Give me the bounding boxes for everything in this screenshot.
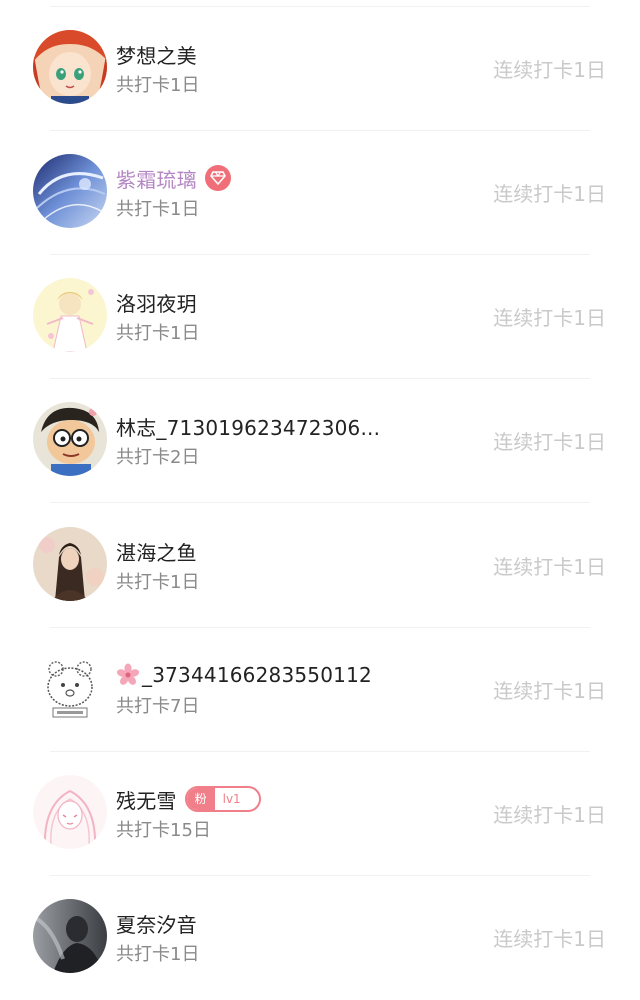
cartoon-boy-glasses-avatar[interactable] [33,402,107,476]
list-item[interactable]: 林志_713019623472306... 共打卡2日 连续打卡1日 [0,379,640,503]
sakura-flower-icon [116,663,140,687]
streak-checkin: 连续打卡1日 [493,555,606,579]
name-line: 紫霜琉璃 [116,163,231,193]
name-line: 残无雪 粉 lv1 [116,784,261,814]
photo-woman-flowers-avatar[interactable] [33,527,107,601]
list-item[interactable]: _37344166283550112 共打卡7日 连续打卡1日 [0,628,640,752]
name-line: 林志_713019623472306... [116,411,380,441]
total-checkin: 共打卡7日 [116,696,200,717]
total-checkin: 共打卡1日 [116,323,200,344]
user-name[interactable]: 林志_713019623472306... [116,412,380,441]
level-label: lv1 [222,792,241,806]
dark-photo-figure-avatar[interactable] [33,899,107,973]
streak-checkin: 连续打卡1日 [493,58,606,82]
streak-checkin: 连续打卡1日 [493,430,606,454]
fan-label: 粉 [186,788,215,810]
list-item[interactable]: 夏奈汐音 共打卡1日 连续打卡1日 [0,876,640,1000]
checkin-list: 梦想之美 共打卡1日 连续打卡1日 紫霜琉璃 共打卡1日 连续打卡1日 洛羽夜玥… [0,0,640,982]
streak-checkin: 连续打卡1日 [493,927,606,951]
total-checkin: 共打卡1日 [116,572,200,593]
list-item[interactable]: 残无雪 粉 lv1 共打卡15日 连续打卡1日 [0,752,640,876]
anime-girl-red-hair-avatar[interactable] [33,30,107,104]
total-checkin: 共打卡15日 [116,820,211,841]
name-line: 夏奈汐音 [116,908,197,938]
user-name[interactable]: 残无雪 [116,785,177,814]
list-item[interactable]: 紫霜琉璃 共打卡1日 连续打卡1日 [0,131,640,255]
streak-checkin: 连续打卡1日 [493,679,606,703]
total-checkin: 共打卡1日 [116,75,200,96]
name-line: 洛羽夜玥 [116,287,197,317]
name-line: _37344166283550112 [116,660,372,690]
name-line: 梦想之美 [116,39,197,69]
user-name[interactable]: 紫霜琉璃 [116,164,197,193]
total-checkin: 共打卡1日 [116,944,200,965]
fan-level-badge: 粉 lv1 [184,786,261,812]
total-checkin: 共打卡1日 [116,199,200,220]
list-item[interactable]: 梦想之美 共打卡1日 连续打卡1日 [0,7,640,131]
name-line: 湛海之鱼 [116,536,197,566]
list-item[interactable]: 湛海之鱼 共打卡1日 连续打卡1日 [0,504,640,628]
row-divider [50,502,590,503]
pastel-anime-girl-avatar[interactable] [33,278,107,352]
blue-fantasy-art-avatar[interactable] [33,154,107,228]
diamond-vip-icon [204,165,231,191]
streak-checkin: 连续打卡1日 [493,803,606,827]
sketch-bear-avatar[interactable] [33,651,107,725]
user-name[interactable]: 梦想之美 [116,40,197,69]
pink-sketch-girl-avatar[interactable] [33,775,107,849]
streak-checkin: 连续打卡1日 [493,182,606,206]
user-name[interactable]: 湛海之鱼 [116,537,197,566]
list-item[interactable]: 洛羽夜玥 共打卡1日 连续打卡1日 [0,255,640,379]
user-name[interactable]: 洛羽夜玥 [116,288,197,317]
total-checkin: 共打卡2日 [116,447,200,468]
streak-checkin: 连续打卡1日 [493,306,606,330]
user-name[interactable]: _37344166283550112 [142,663,372,687]
user-name[interactable]: 夏奈汐音 [116,909,197,938]
